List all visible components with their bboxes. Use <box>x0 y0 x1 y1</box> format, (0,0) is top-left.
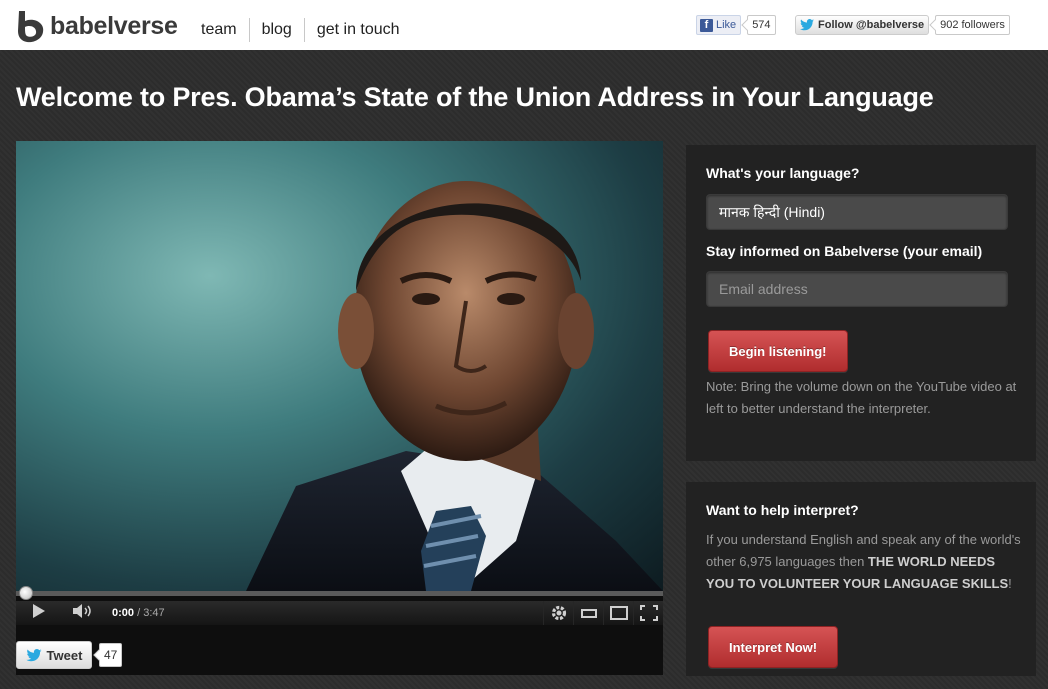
play-icon[interactable] <box>32 603 60 624</box>
large-player-icon[interactable] <box>603 601 633 625</box>
brand-name: babelverse <box>50 11 178 40</box>
video-frame[interactable] <box>16 141 663 591</box>
interpret-text-end: ! <box>1008 576 1012 591</box>
facebook-like-count: 574 <box>747 15 776 35</box>
interpret-now-button[interactable]: Interpret Now! <box>708 626 839 668</box>
facebook-icon: f <box>700 18 713 32</box>
begin-listening-button[interactable]: Begin listening! <box>708 330 848 372</box>
twitter-follow-label: Follow @babelverse <box>818 19 925 31</box>
main-content: Welcome to Pres. Obama’s State of the Un… <box>0 50 1048 689</box>
small-player-icon[interactable] <box>573 601 603 625</box>
logo[interactable]: babelverse <box>16 8 178 44</box>
email-input[interactable] <box>706 271 1008 307</box>
twitter-follow-button[interactable]: Follow @babelverse <box>795 15 930 35</box>
video-right-controls <box>543 601 663 625</box>
video-time: 0:00 / 3:47 <box>112 607 165 619</box>
nav-get-in-touch[interactable]: get in touch <box>305 18 412 42</box>
email-label: Stay informed on Babelverse (your email) <box>706 243 983 259</box>
fullscreen-icon[interactable] <box>633 601 663 625</box>
twitter-bird-icon <box>800 19 814 31</box>
video-player[interactable]: 0:00 / 3:47 <box>16 141 663 675</box>
video-current-time: 0:00 <box>112 607 135 619</box>
interpret-panel: Want to help interpret? If you understan… <box>686 482 1036 676</box>
tweet-widget: Tweet 47 <box>16 641 123 669</box>
twitter-followers-count: 902 followers <box>935 15 1010 35</box>
language-panel: What's your language? मानक हिन्दी (Hindi… <box>686 145 1036 461</box>
volume-icon[interactable] <box>72 603 100 624</box>
babelverse-logo-icon <box>18 11 44 43</box>
interpret-description: If you understand English and speak any … <box>706 529 1026 595</box>
video-progress-bar[interactable] <box>16 586 663 600</box>
video-thumbnail-portrait <box>246 181 663 591</box>
volume-note: Note: Bring the volume down on the YouTu… <box>706 379 1017 416</box>
nav-team[interactable]: team <box>189 18 249 42</box>
facebook-like-button[interactable]: f Like <box>696 15 742 35</box>
tweet-label: Tweet <box>46 647 83 663</box>
top-bar: babelverse team blog get in touch f Like… <box>0 0 1048 50</box>
page-title: Welcome to Pres. Obama’s State of the Un… <box>16 82 934 112</box>
twitter-follow-widget: Follow @babelverse 902 followers <box>795 15 1010 35</box>
video-scrub-handle[interactable] <box>19 586 33 600</box>
video-control-bar: 0:00 / 3:47 <box>16 601 663 625</box>
settings-gear-icon[interactable] <box>543 601 573 625</box>
interpret-title: Want to help interpret? <box>706 502 859 518</box>
tweet-count: 47 <box>99 643 123 667</box>
nav-blog[interactable]: blog <box>250 18 304 42</box>
twitter-bird-icon <box>25 648 42 661</box>
language-select[interactable]: मानक हिन्दी (Hindi) <box>706 194 1008 230</box>
video-duration: / 3:47 <box>137 607 165 619</box>
main-nav: team blog get in touch <box>189 18 412 42</box>
language-label: What's your language? <box>706 165 860 181</box>
facebook-like-widget: f Like 574 <box>696 15 776 35</box>
tweet-button[interactable]: Tweet <box>16 641 92 669</box>
facebook-like-label: Like <box>716 19 737 31</box>
